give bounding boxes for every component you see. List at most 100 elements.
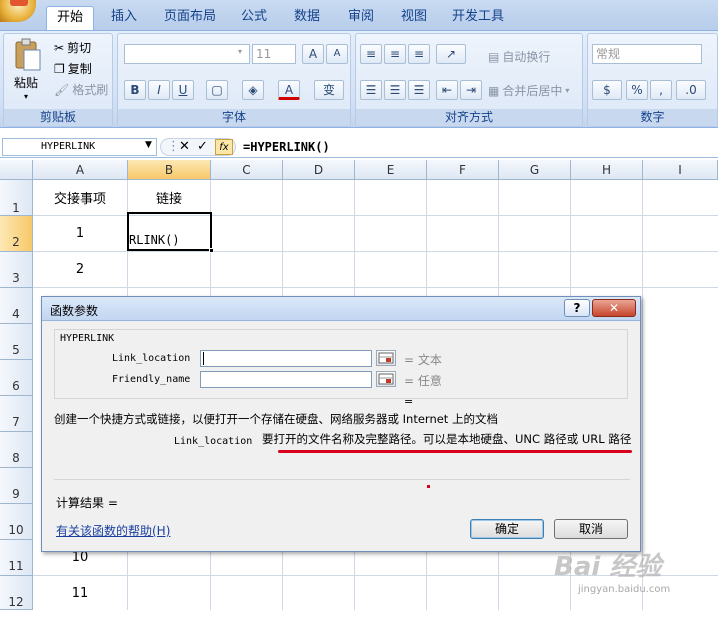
column-header-h[interactable]: H [571,160,643,180]
increase-decimal-button[interactable]: .0 [676,80,706,100]
arg2-label: Friendly_name [112,374,191,385]
name-box-dropdown-icon[interactable]: ▼ [145,140,152,150]
arg1-hint: = 文本 [404,353,442,367]
align-top-button[interactable]: ≡ [360,44,382,64]
cell-a12[interactable]: 11 [33,586,127,601]
italic-button[interactable]: I [148,80,170,100]
align-left-button[interactable]: ☰ [360,80,382,100]
comma-button[interactable]: , [650,80,672,100]
tab-home[interactable]: 开始 [46,6,94,31]
help-button[interactable]: ? [564,299,590,317]
tab-page-layout[interactable]: 页面布局 [158,6,222,30]
row-header-1[interactable]: 1 [0,180,33,216]
fill-handle[interactable] [209,248,214,253]
tab-data[interactable]: 数据 [286,6,328,30]
row-header-3[interactable]: 3 [0,252,33,288]
copy-button[interactable]: ❐ 复制 [54,60,92,77]
collapse-dialog-button-1[interactable] [376,350,396,366]
formula-input[interactable]: =HYPERLINK() [243,138,330,156]
phonetic-button[interactable]: 变 [314,80,344,100]
format-painter-button[interactable]: 🖌 格式刷 [54,81,108,98]
column-header-a[interactable]: A [33,160,128,180]
cell-a11[interactable]: 10 [33,550,127,565]
align-bottom-button[interactable]: ≡ [408,44,430,64]
brush-icon: 🖌 [54,82,70,97]
cut-button[interactable]: ✂ 剪切 [54,39,91,56]
align-bottom-icon: ≡ [413,47,425,61]
select-all-corner[interactable] [0,160,33,180]
tab-view[interactable]: 视图 [394,6,434,30]
row-header-8[interactable]: 8 [0,432,33,468]
friendly-name-input[interactable] [200,371,372,388]
row-header-6[interactable]: 6 [0,360,33,396]
row-header-5[interactable]: 5 [0,324,33,360]
row-header-7[interactable]: 7 [0,396,33,432]
row-header-9[interactable]: 9 [0,468,33,504]
orientation-button[interactable]: ↗ [436,44,466,64]
watermark-url: jingyan.baidu.com [578,584,671,595]
cancel-button[interactable]: 取消 [554,519,628,539]
close-button[interactable]: ✕ [592,299,636,317]
cancel-icon[interactable]: ✕ [179,139,190,154]
grid-line [33,251,718,252]
increase-indent-button[interactable]: ⇥ [460,80,482,100]
ribbon: 粘贴 ▾ ✂ 剪切 ❐ 复制 🖌 格式刷 剪贴板 ▾ 11 A A B I U ▢ ◈… [0,30,718,128]
dialog-titlebar[interactable]: 函数参数 ? ✕ [42,297,640,321]
link-location-input[interactable] [200,350,372,367]
help-link[interactable]: 有关该函数的帮助(H) [56,522,170,539]
merge-center-button[interactable]: ▦ 合并后居中 ▾ [488,82,569,99]
fill-color-button[interactable]: ◈ [242,80,264,100]
align-center-icon: ☰ [389,83,401,97]
tab-insert[interactable]: 插入 [102,6,146,30]
column-header-b[interactable]: B [128,160,211,180]
tab-developer[interactable]: 开发工具 [446,6,510,30]
range-select-icon [378,373,394,385]
cell-a2[interactable]: 1 [33,226,127,241]
align-center-button[interactable]: ☰ [384,80,406,100]
grow-font-button[interactable]: A [302,44,324,64]
collapse-dialog-button-2[interactable] [376,371,396,387]
decrease-indent-button[interactable]: ⇤ [436,80,458,100]
column-header-e[interactable]: E [355,160,427,180]
param-description: 要打开的文件名称及完整路径。可以是本地硬盘、UNC 路径或 URL 路径 [262,432,632,446]
row-header-11[interactable]: 11 [0,540,33,576]
row-header-10[interactable]: 10 [0,504,33,540]
font-size-combobox[interactable]: 11 [252,44,296,64]
active-cell-b2[interactable]: RLINK() [127,212,214,253]
watermark-brand: Bai 经验 [554,552,662,582]
bold-button[interactable]: B [124,80,146,100]
paste-dropdown-icon[interactable]: ▾ [24,92,28,101]
row-header-2[interactable]: 2 [0,216,33,252]
column-header-g[interactable]: G [499,160,571,180]
font-name-combobox[interactable] [124,44,250,64]
percent-button[interactable]: % [626,80,648,100]
wrap-text-button[interactable]: ▤ 自动换行 [488,48,550,65]
border-button[interactable]: ▢ [206,80,228,100]
cell-b2-text: RLINK() [129,233,180,247]
row-header-12[interactable]: 12 [0,576,33,610]
ok-button[interactable]: 确定 [470,519,544,539]
column-header-i[interactable]: I [643,160,718,180]
office-button[interactable] [0,0,36,22]
currency-button[interactable]: $ [592,80,622,100]
tab-formulas[interactable]: 公式 [234,6,274,30]
insert-function-button[interactable]: fx [215,139,233,155]
cell-a1[interactable]: 交接事项 [33,188,127,207]
column-header-c[interactable]: C [211,160,283,180]
name-box[interactable]: HYPERLINK [2,138,157,156]
number-format-combobox[interactable]: 常规 [592,44,702,64]
tab-review[interactable]: 审阅 [340,6,382,30]
cell-a3[interactable]: 2 [33,262,127,277]
font-name-dropdown-icon[interactable]: ▾ [238,47,242,56]
align-right-button[interactable]: ☰ [408,80,430,100]
row-header-4[interactable]: 4 [0,288,33,324]
paste-button[interactable]: 粘贴 [14,74,38,91]
column-header-d[interactable]: D [283,160,355,180]
enter-icon[interactable]: ✓ [197,139,208,154]
underline-button[interactable]: U [172,80,194,100]
shrink-font-button[interactable]: A [326,44,348,64]
cell-b1[interactable]: 链接 [128,188,210,207]
align-middle-button[interactable]: ≡ [384,44,406,64]
column-header-f[interactable]: F [427,160,499,180]
font-color-button[interactable]: A [278,80,300,100]
